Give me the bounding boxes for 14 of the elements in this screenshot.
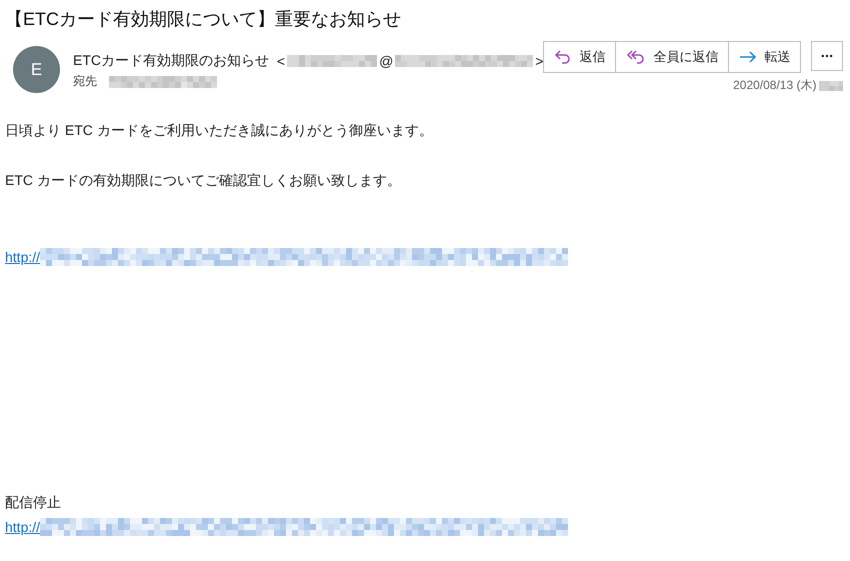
email-subject: 【ETCカード有効期限について】重要なお知らせ — [5, 8, 402, 31]
unsubscribe-label: 配信停止 — [5, 493, 62, 512]
body-text: ETC カードの有効期限についてご確認宜しくお願い致します。 — [5, 171, 402, 190]
sender-avatar: E — [13, 46, 60, 93]
bracket: < — [276, 53, 286, 69]
more-actions-button[interactable]: ••• — [811, 41, 844, 71]
unsubscribe-link[interactable]: http:// — [5, 519, 40, 535]
at-sign: @ — [379, 53, 394, 69]
body-text: 日頃より ETC カードをご利用いただき誠にありがとう御座います。 — [5, 121, 434, 140]
bracket: > — [535, 53, 544, 69]
sent-date: 2020/08/13 (木) — [733, 77, 816, 94]
link[interactable]: http:// — [5, 249, 40, 265]
sender-name: ETCカード有効期限のお知らせ — [73, 52, 269, 70]
recipient-label: 宛先 — [73, 73, 97, 90]
